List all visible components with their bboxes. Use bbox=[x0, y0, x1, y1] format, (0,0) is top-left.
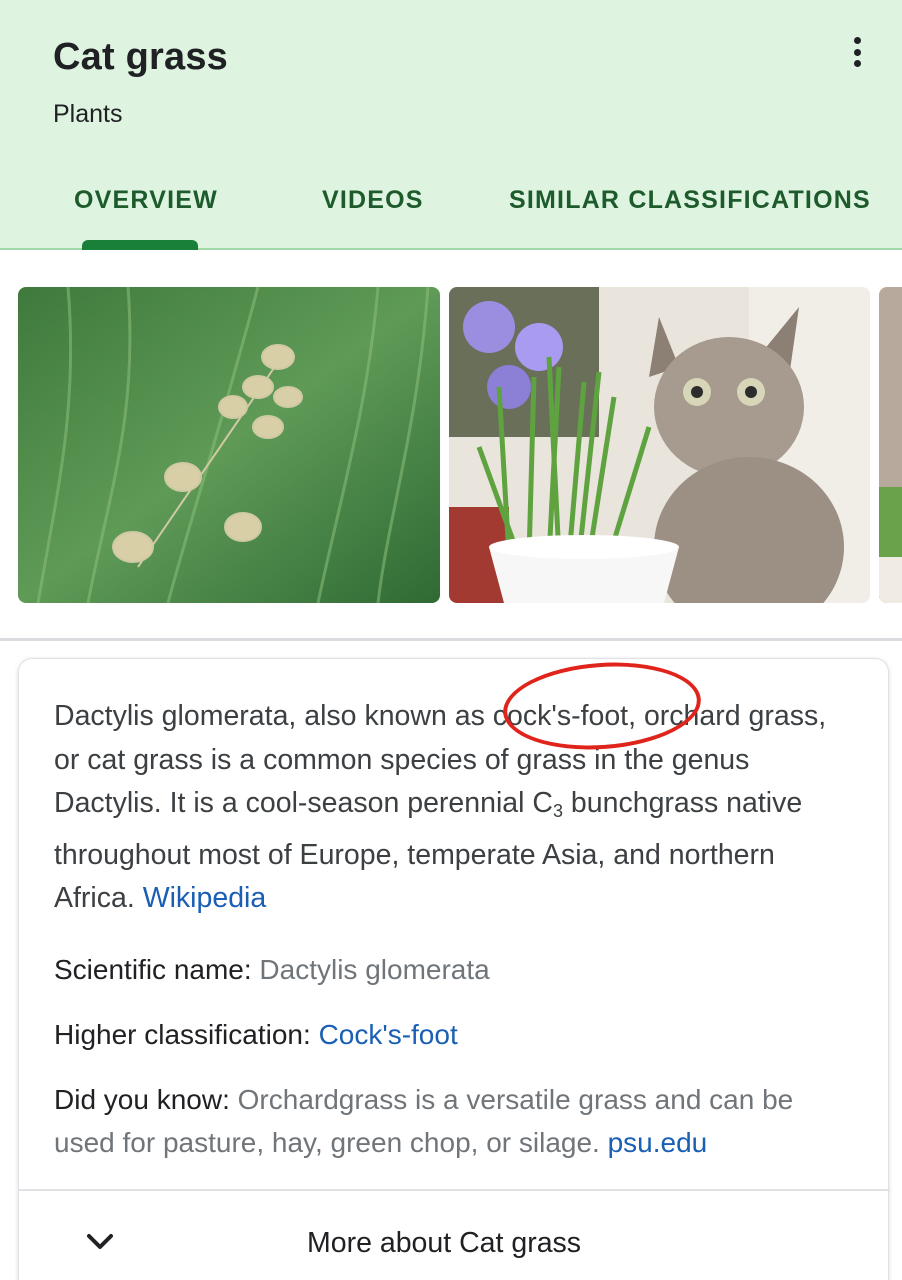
fact-higher-classification: Higher classification: Cock's-foot bbox=[54, 1013, 854, 1056]
fact-scientific-name: Scientific name: Dactylis glomerata bbox=[54, 948, 854, 991]
kebab-dot bbox=[853, 60, 861, 67]
fact-did-you-know: Did you know: Orchardgrass is a versatil… bbox=[54, 1078, 854, 1164]
chevron-down-icon bbox=[87, 1234, 113, 1249]
image-grass-flower[interactable] bbox=[18, 287, 440, 603]
image-cat-with-grass[interactable] bbox=[449, 287, 870, 603]
description-text-start: Dactylis glomerata, also known as bbox=[54, 700, 493, 732]
entity-title: Cat grass bbox=[53, 36, 228, 78]
tab-overview[interactable]: OVERVIEW bbox=[74, 186, 218, 215]
description-highlight-term: cock's-foot bbox=[492, 700, 629, 732]
more-about-button[interactable]: More about Cat grass bbox=[19, 1191, 890, 1280]
image-carousel[interactable] bbox=[0, 252, 902, 638]
fact-label: Scientific name: bbox=[54, 954, 260, 985]
image-cat-partial[interactable] bbox=[879, 287, 902, 603]
fact-label: Did you know: bbox=[54, 1084, 238, 1115]
knowledge-panel-header: Cat grass Plants OVERVIEW VIDEOS SIMILAR… bbox=[0, 0, 902, 250]
wikipedia-link[interactable]: Wikipedia bbox=[143, 882, 267, 914]
higher-classification-link[interactable]: Cock's-foot bbox=[319, 1019, 458, 1050]
kebab-dot bbox=[853, 48, 861, 56]
cat-partial-image bbox=[879, 287, 902, 603]
fact-value: Dactylis glomerata bbox=[259, 954, 490, 985]
tab-similar-classifications[interactable]: SIMILAR CLASSIFICATIONS bbox=[509, 186, 871, 215]
psu-edu-link[interactable]: psu.edu bbox=[608, 1127, 708, 1158]
entity-category: Plants bbox=[53, 100, 123, 128]
fact-label: Higher classification: bbox=[54, 1019, 319, 1050]
grass-flower-image bbox=[18, 287, 440, 603]
entity-description: Dactylis glomerata, also known as cock's… bbox=[54, 695, 854, 921]
section-divider bbox=[0, 638, 902, 641]
description-card: Dactylis glomerata, also known as cock's… bbox=[18, 656, 890, 1280]
cat-grass-image bbox=[449, 287, 870, 603]
kebab-dot bbox=[853, 37, 861, 44]
tab-videos[interactable]: VIDEOS bbox=[322, 186, 424, 215]
active-tab-indicator bbox=[82, 240, 198, 250]
more-vert-icon[interactable] bbox=[842, 34, 872, 70]
more-about-label: More about Cat grass bbox=[307, 1227, 582, 1259]
c3-subscript: 3 bbox=[552, 801, 563, 821]
